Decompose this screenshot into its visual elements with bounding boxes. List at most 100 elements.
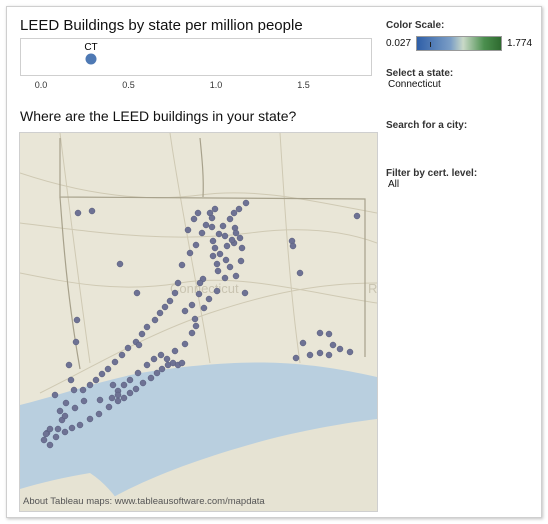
leed-building-marker[interactable] <box>211 205 219 213</box>
leed-building-marker[interactable] <box>147 374 155 382</box>
leed-building-marker[interactable] <box>114 397 122 405</box>
leed-building-marker[interactable] <box>205 295 213 303</box>
leed-building-marker[interactable] <box>88 207 96 215</box>
leed-building-marker[interactable] <box>228 236 236 244</box>
leed-building-marker[interactable] <box>196 279 204 287</box>
leed-building-marker[interactable] <box>223 242 231 250</box>
leed-building-marker[interactable] <box>213 287 221 295</box>
leed-building-marker[interactable] <box>76 421 84 429</box>
leed-building-marker[interactable] <box>143 323 151 331</box>
leed-building-marker[interactable] <box>51 391 59 399</box>
leed-building-marker[interactable] <box>296 269 304 277</box>
leed-building-marker[interactable] <box>104 365 112 373</box>
leed-building-marker[interactable] <box>226 263 234 271</box>
leed-building-marker[interactable] <box>151 316 159 324</box>
leed-building-marker[interactable] <box>134 369 142 377</box>
leed-building-marker[interactable] <box>61 428 69 436</box>
leed-building-marker[interactable] <box>71 404 79 412</box>
leed-building-marker[interactable] <box>171 289 179 297</box>
leed-building-marker[interactable] <box>139 379 147 387</box>
leed-building-marker[interactable] <box>181 340 189 348</box>
leed-building-marker[interactable] <box>126 376 134 384</box>
leed-building-marker[interactable] <box>178 261 186 269</box>
state-point-ct[interactable] <box>85 53 97 65</box>
leed-building-marker[interactable] <box>232 272 240 280</box>
leed-building-marker[interactable] <box>126 389 134 397</box>
leed-building-marker[interactable] <box>242 199 250 207</box>
leed-building-marker[interactable] <box>109 381 117 389</box>
leed-building-marker[interactable] <box>215 230 223 238</box>
leed-building-marker[interactable] <box>194 209 202 217</box>
leed-building-marker[interactable] <box>226 215 234 223</box>
leed-building-marker[interactable] <box>68 424 76 432</box>
leed-building-marker[interactable] <box>174 279 182 287</box>
leed-building-marker[interactable] <box>157 351 165 359</box>
leed-building-marker[interactable] <box>132 385 140 393</box>
leed-building-marker[interactable] <box>143 361 151 369</box>
leed-building-marker[interactable] <box>158 365 166 373</box>
leed-building-marker[interactable] <box>135 341 143 349</box>
leed-building-marker[interactable] <box>316 329 324 337</box>
leed-building-marker[interactable] <box>202 221 210 229</box>
leed-building-marker[interactable] <box>238 244 246 252</box>
map-credit[interactable]: About Tableau maps: www.tableausoftware.… <box>23 496 265 507</box>
leed-building-marker[interactable] <box>222 256 230 264</box>
leed-building-marker[interactable] <box>221 232 229 240</box>
leed-building-marker[interactable] <box>216 250 224 258</box>
leed-building-marker[interactable] <box>111 358 119 366</box>
leed-building-marker[interactable] <box>40 436 48 444</box>
leed-building-marker[interactable] <box>221 274 229 282</box>
state-select[interactable]: Connecticut <box>388 79 536 90</box>
leed-building-marker[interactable] <box>299 339 307 347</box>
leed-building-marker[interactable] <box>208 223 216 231</box>
leed-building-marker[interactable] <box>46 441 54 449</box>
leed-building-marker[interactable] <box>52 433 60 441</box>
leed-building-marker[interactable] <box>42 430 50 438</box>
leed-building-marker[interactable] <box>292 354 300 362</box>
leed-building-marker[interactable] <box>230 209 238 217</box>
leed-building-marker[interactable] <box>171 347 179 355</box>
leed-building-marker[interactable] <box>214 267 222 275</box>
leed-building-marker[interactable] <box>325 330 333 338</box>
leed-building-marker[interactable] <box>105 403 113 411</box>
leed-building-marker[interactable] <box>124 344 132 352</box>
leed-building-marker[interactable] <box>98 370 106 378</box>
leed-building-marker[interactable] <box>156 309 164 317</box>
leed-building-marker[interactable] <box>209 252 217 260</box>
city-search-label[interactable]: Search for a city: <box>386 120 536 131</box>
leed-building-marker[interactable] <box>181 307 189 315</box>
leed-building-marker[interactable] <box>96 396 104 404</box>
leed-building-marker[interactable] <box>219 222 227 230</box>
leed-building-marker[interactable] <box>178 359 186 367</box>
leed-building-marker[interactable] <box>133 289 141 297</box>
leed-building-marker[interactable] <box>241 289 249 297</box>
leed-building-marker[interactable] <box>153 369 161 377</box>
leed-building-marker[interactable] <box>353 212 361 220</box>
leed-building-marker[interactable] <box>114 391 122 399</box>
leed-building-marker[interactable] <box>329 341 337 349</box>
leed-building-marker[interactable] <box>116 260 124 268</box>
leed-building-marker[interactable] <box>72 338 80 346</box>
leed-building-marker[interactable] <box>232 229 240 237</box>
leed-building-marker[interactable] <box>209 237 217 245</box>
leed-building-marker[interactable] <box>211 244 219 252</box>
leed-building-marker[interactable] <box>108 394 116 402</box>
leed-building-marker[interactable] <box>70 386 78 394</box>
cert-filter[interactable]: All <box>388 179 536 190</box>
leed-building-marker[interactable] <box>236 234 244 242</box>
leed-building-marker[interactable] <box>61 412 69 420</box>
leed-building-marker[interactable] <box>188 329 196 337</box>
leed-building-marker[interactable] <box>190 215 198 223</box>
leed-building-marker[interactable] <box>208 214 216 222</box>
leed-building-marker[interactable] <box>92 376 100 384</box>
leed-building-marker[interactable] <box>73 316 81 324</box>
leed-building-marker[interactable] <box>56 407 64 415</box>
leed-building-marker[interactable] <box>198 229 206 237</box>
leed-building-marker[interactable] <box>192 322 200 330</box>
leed-building-marker[interactable] <box>86 381 94 389</box>
leed-building-marker[interactable] <box>138 330 146 338</box>
leed-building-marker[interactable] <box>200 304 208 312</box>
leed-building-marker[interactable] <box>80 397 88 405</box>
leed-building-marker[interactable] <box>95 410 103 418</box>
leed-building-marker[interactable] <box>195 290 203 298</box>
